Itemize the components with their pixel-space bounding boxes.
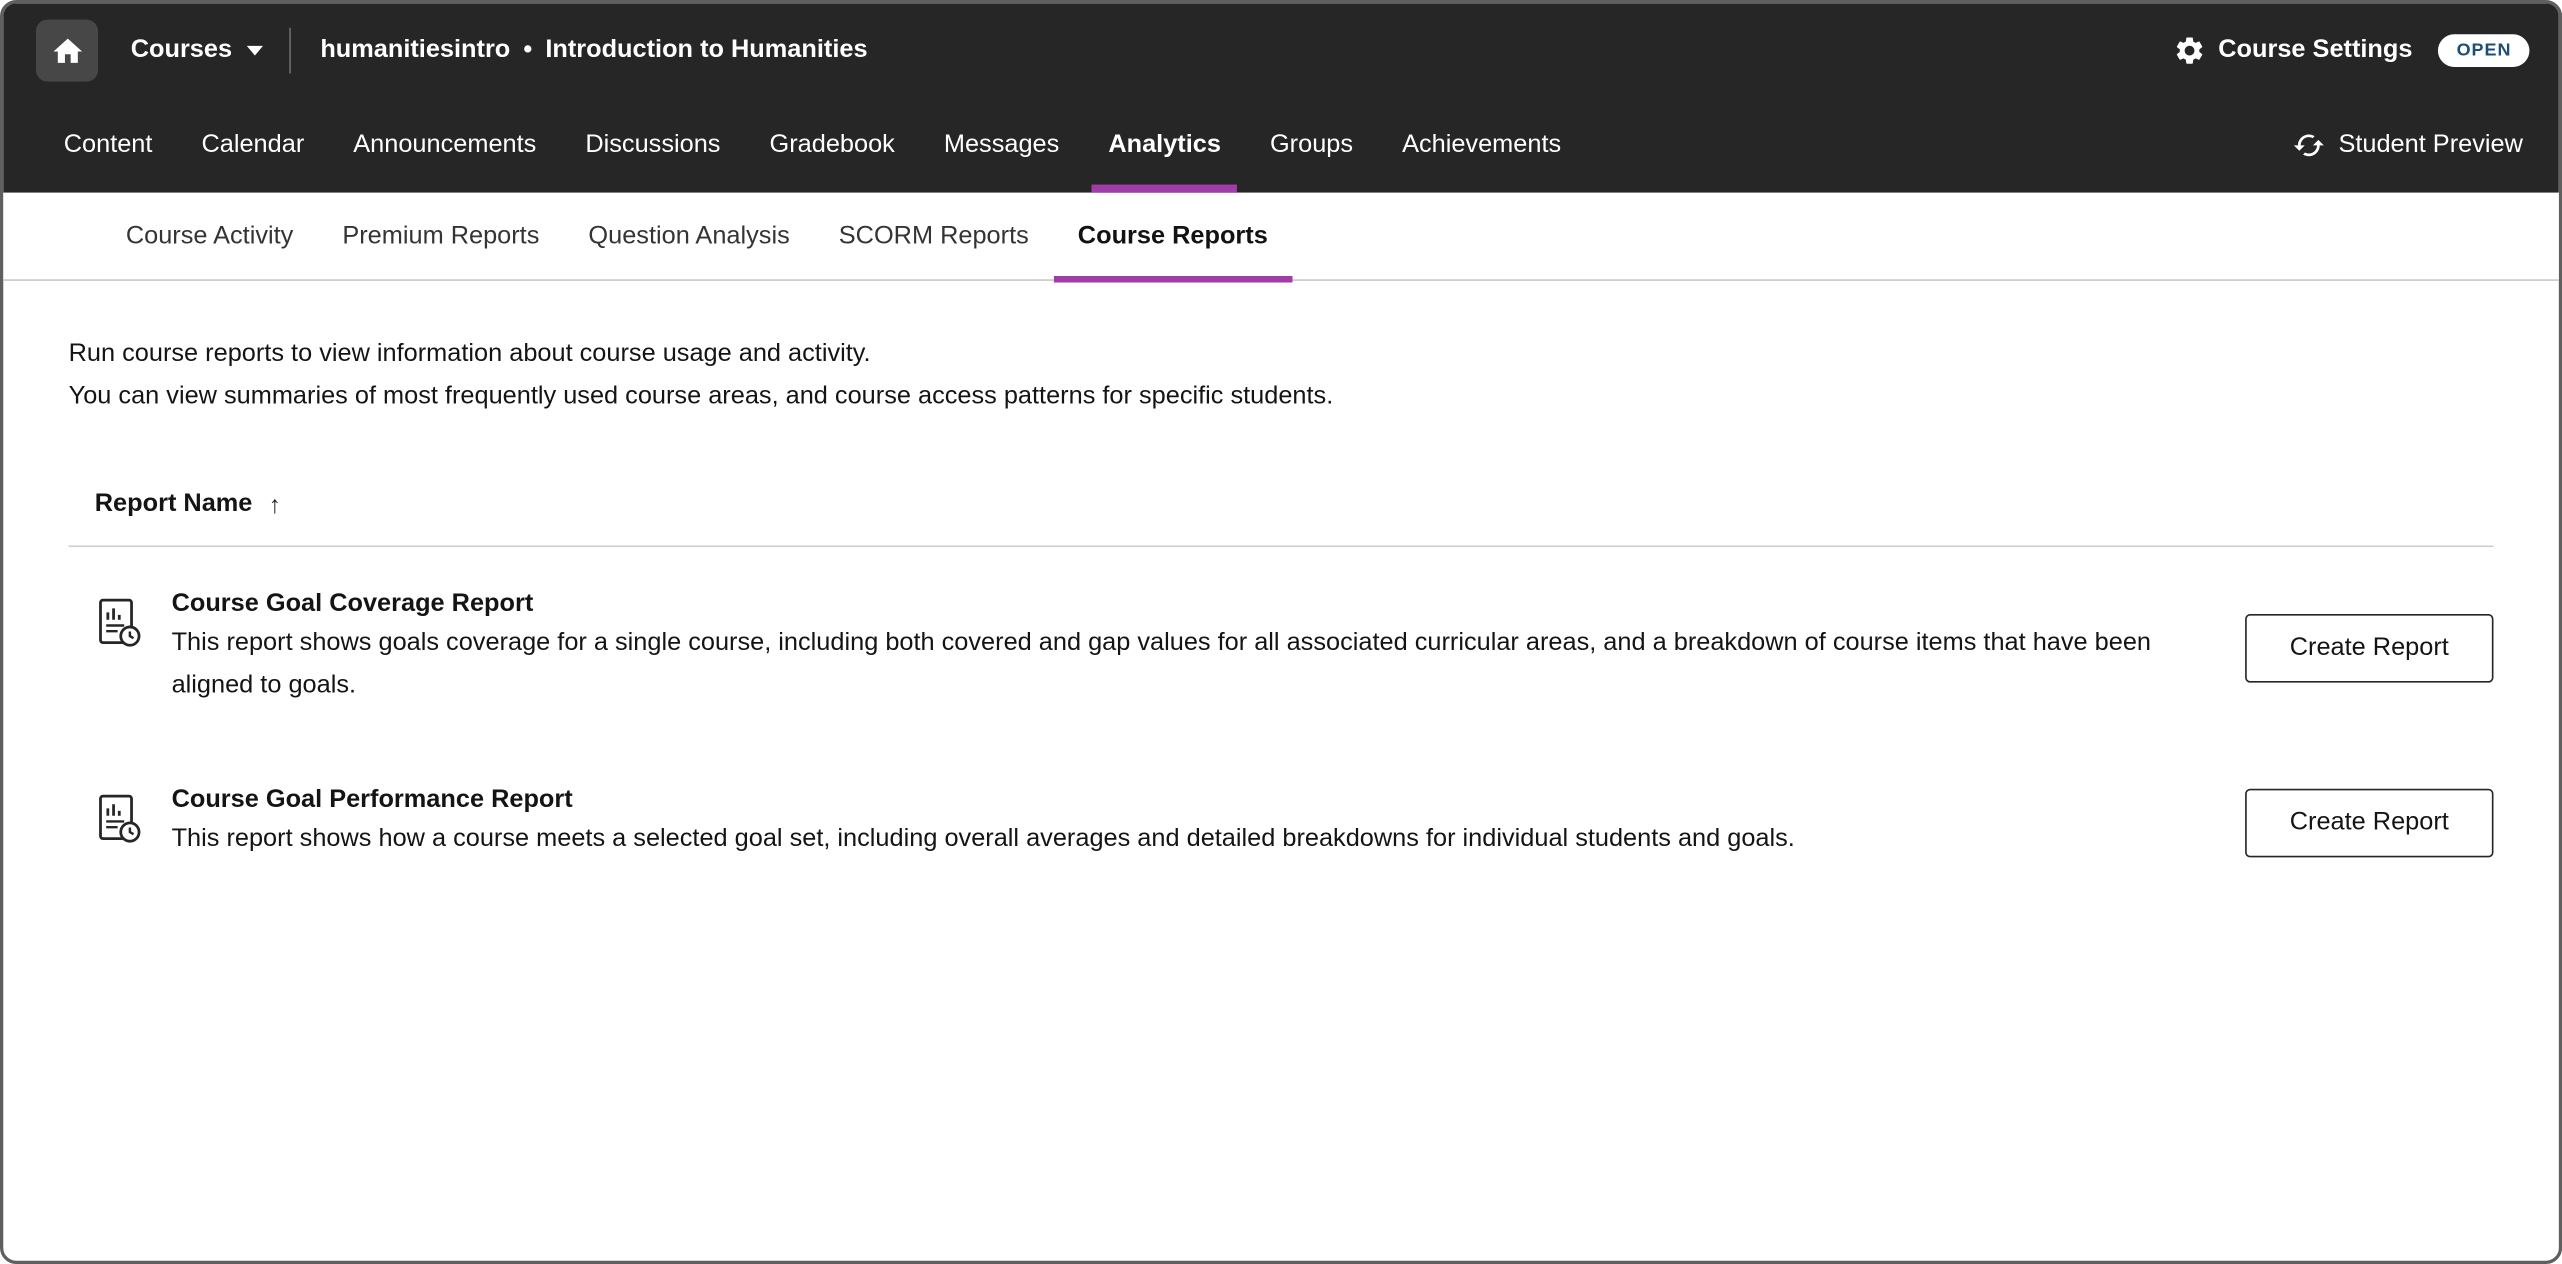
breadcrumb-course-title: Introduction to Humanities: [545, 36, 867, 65]
student-preview-icon: [2293, 129, 2326, 162]
gear-icon: [2173, 34, 2206, 67]
subtab-course-reports[interactable]: Course Reports: [1053, 193, 1292, 280]
report-description: This report shows goals coverage for a s…: [172, 622, 2175, 707]
intro-line-1: Run course reports to view information a…: [69, 333, 2494, 375]
report-name-header-label: Report Name: [95, 490, 253, 519]
course-settings-label: Course Settings: [2218, 36, 2412, 65]
create-report-button[interactable]: Create Report: [2245, 789, 2493, 858]
breadcrumb-separator: •: [523, 36, 532, 65]
analytics-subnav: Course Activity Premium Reports Question…: [3, 193, 2559, 281]
report-row-performance: Course Goal Performance Report This repo…: [69, 743, 2494, 897]
tab-calendar[interactable]: Calendar: [177, 98, 329, 193]
tab-groups[interactable]: Groups: [1245, 98, 1377, 193]
create-report-button[interactable]: Create Report: [2245, 614, 2493, 683]
tab-content[interactable]: Content: [39, 98, 177, 193]
report-icon: [95, 794, 142, 845]
student-preview-button[interactable]: Student Preview: [2293, 98, 2523, 193]
report-title: Course Goal Coverage Report: [172, 590, 2175, 619]
tab-analytics[interactable]: Analytics: [1084, 98, 1246, 193]
course-reports-panel: Run course reports to view information a…: [3, 281, 2559, 1261]
courses-label: Courses: [131, 36, 232, 65]
intro-line-2: You can view summaries of most frequentl…: [69, 376, 2494, 418]
tab-gradebook[interactable]: Gradebook: [745, 98, 919, 193]
report-text: Course Goal Performance Report This repo…: [172, 786, 1795, 861]
tab-messages[interactable]: Messages: [919, 98, 1083, 193]
home-icon: [50, 33, 84, 67]
chevron-down-icon: [247, 46, 263, 56]
report-title: Course Goal Performance Report: [172, 786, 1795, 815]
subtab-premium-reports[interactable]: Premium Reports: [318, 193, 564, 280]
breadcrumb: humanitiesintro • Introduction to Humani…: [320, 36, 867, 65]
report-row-coverage: Course Goal Coverage Report This report …: [69, 547, 2494, 743]
browser-window: Courses humanitiesintro • Introduction t…: [0, 0, 2562, 1264]
scale-wrapper: Courses humanitiesintro • Introduction t…: [0, 0, 2562, 1264]
subtab-course-activity[interactable]: Course Activity: [101, 193, 318, 280]
tab-announcements[interactable]: Announcements: [329, 98, 561, 193]
report-name-sort-header[interactable]: Report Name ↑: [69, 490, 2494, 547]
tab-discussions[interactable]: Discussions: [561, 98, 745, 193]
course-settings-button[interactable]: Course Settings: [2173, 34, 2413, 67]
topbar-right: Course Settings OPEN: [2173, 34, 2530, 67]
topbar: Courses humanitiesintro • Introduction t…: [3, 3, 2559, 98]
subtab-scorm-reports[interactable]: SCORM Reports: [814, 193, 1053, 280]
topbar-divider: [289, 28, 291, 74]
report-description: This report shows how a course meets a s…: [172, 818, 1795, 860]
home-button[interactable]: [36, 20, 98, 82]
breadcrumb-course-id: humanitiesintro: [320, 36, 510, 65]
report-icon: [95, 598, 142, 649]
student-preview-label: Student Preview: [2338, 131, 2522, 160]
subtab-question-analysis[interactable]: Question Analysis: [564, 193, 814, 280]
courses-dropdown[interactable]: Courses: [98, 36, 289, 65]
sort-ascending-icon: ↑: [269, 491, 281, 519]
open-badge[interactable]: OPEN: [2439, 34, 2530, 67]
course-nav: Content Calendar Announcements Discussio…: [3, 98, 2559, 193]
tab-achievements[interactable]: Achievements: [1378, 98, 1586, 193]
report-text: Course Goal Coverage Report This report …: [172, 590, 2175, 708]
